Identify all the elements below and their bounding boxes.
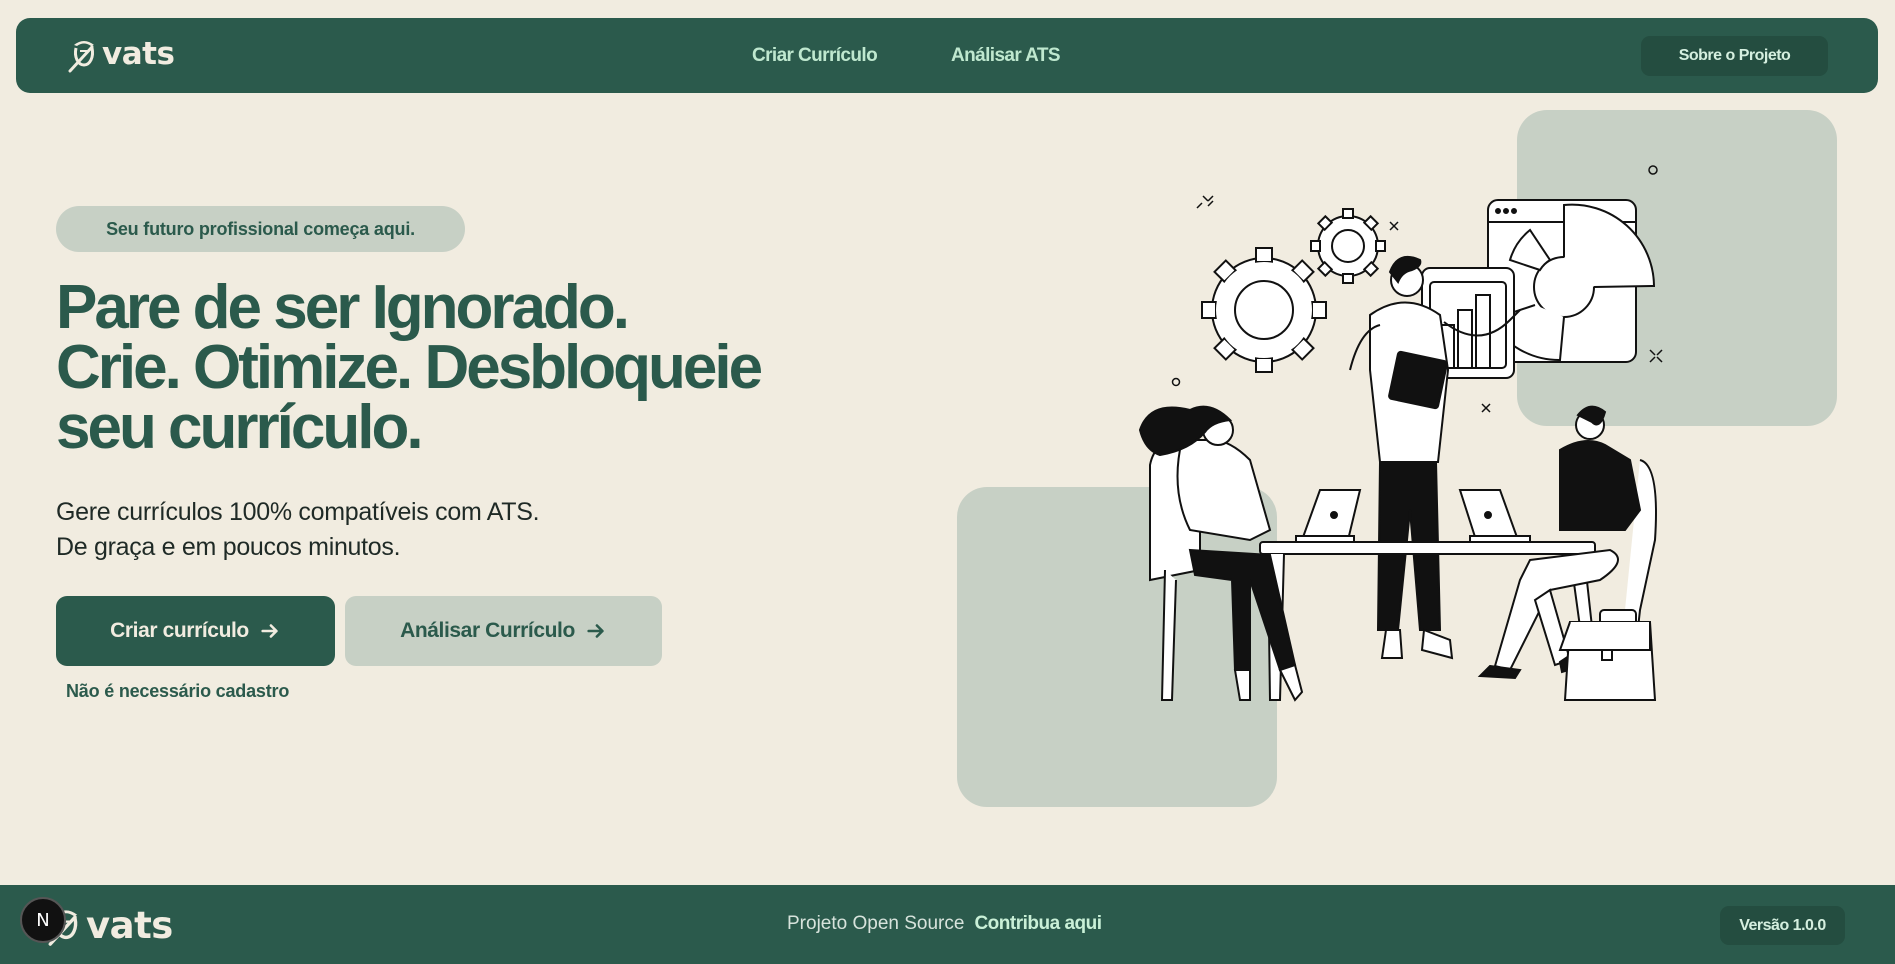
footer-logo-text: vats [86, 903, 173, 947]
logo-mark-icon [68, 41, 94, 73]
analyze-resume-button[interactable]: Análisar Currículo [345, 596, 662, 666]
subtitle-line-2: De graça e em poucos minutos. [56, 533, 401, 561]
footer: vats N Projeto Open Source Contribua aqu… [0, 885, 1895, 964]
headline-line-3: seu currículo. [56, 393, 424, 462]
footer-logo[interactable]: vats [48, 903, 173, 947]
arrow-right-icon [587, 624, 604, 638]
logo-text: vats [102, 36, 175, 72]
headline-line-1: Pare de ser Ignorado. [56, 273, 630, 342]
contribute-link[interactable]: Contribua aqui [974, 913, 1102, 935]
nextjs-icon[interactable]: N [20, 897, 66, 943]
analyze-resume-label: Análisar Currículo [400, 619, 575, 642]
team-illustration [957, 110, 1837, 807]
gear-icon [1310, 208, 1386, 284]
version-badge: Versão 1.0.0 [1720, 906, 1845, 945]
no-signup-note: Não é necessário cadastro [66, 681, 290, 701]
subtitle-line-1: Gere currículos 100% compatíveis com ATS… [56, 498, 540, 526]
footer-open-source: Projeto Open Source Contribua aqui [787, 913, 1102, 935]
tagline-badge: Seu futuro profissional começa aqui. [56, 206, 465, 252]
hero-subtitle: Gere currículos 100% compatíveis com ATS… [56, 495, 756, 565]
gear-icon [1201, 247, 1327, 373]
headline-line-2: Crie. Otimize. Desbloqueie [56, 333, 763, 402]
nav-analisar-ats[interactable]: Análisar ATS [951, 45, 1061, 67]
top-navbar: vats Criar Currículo Análisar ATS Sobre … [16, 18, 1878, 93]
header-logo[interactable]: vats [68, 34, 175, 74]
arrow-right-icon [261, 624, 278, 638]
create-resume-label: Criar currículo [110, 619, 249, 642]
hero-headline: Pare de ser Ignorado. Crie. Otimize. Des… [56, 273, 856, 462]
nav-criar-curriculo[interactable]: Criar Currículo [752, 45, 878, 67]
create-resume-button[interactable]: Criar currículo [56, 596, 335, 666]
about-project-button[interactable]: Sobre o Projeto [1641, 36, 1828, 76]
open-source-text: Projeto Open Source [787, 913, 965, 934]
